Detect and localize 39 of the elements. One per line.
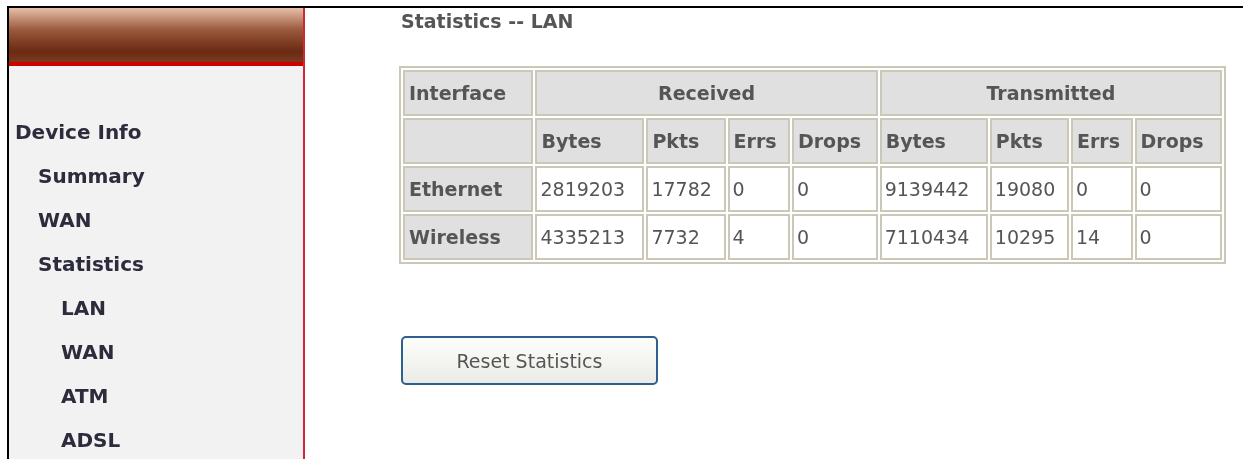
reset-statistics-button[interactable]: Reset Statistics: [401, 336, 658, 385]
table-cell: 7732: [646, 214, 726, 260]
nav-link[interactable]: LAN: [9, 286, 106, 330]
nav-link[interactable]: Statistics: [9, 242, 144, 286]
table-cell: 0: [791, 166, 878, 212]
table-cell: 14: [1070, 214, 1133, 260]
column-header: Received: [535, 70, 878, 116]
column-header: Pkts: [989, 118, 1069, 164]
column-header: Interface: [403, 70, 534, 116]
row-header: Wireless: [403, 214, 534, 260]
table-cell: 0: [791, 214, 878, 260]
table-cell: 4335213: [535, 214, 645, 260]
column-header: Bytes: [535, 118, 645, 164]
table-cell: 7110434: [879, 214, 988, 260]
nav-link[interactable]: ADSL: [9, 418, 121, 459]
table-cell: 4: [727, 214, 790, 260]
column-header: Bytes: [879, 118, 988, 164]
table-cell: 0: [1134, 214, 1222, 260]
table-cell: 17782: [646, 166, 726, 212]
column-header: Drops: [1134, 118, 1222, 164]
table-cell: 0: [1070, 166, 1133, 212]
column-header: Transmitted: [879, 70, 1222, 116]
nav-link[interactable]: Summary: [9, 154, 145, 198]
table-cell: 0: [727, 166, 790, 212]
column-header: Errs: [1070, 118, 1133, 164]
table-cell: 2819203: [535, 166, 645, 212]
row-header: Ethernet: [403, 166, 534, 212]
nav-link[interactable]: WAN: [9, 330, 115, 374]
nav-link[interactable]: WAN: [9, 198, 92, 242]
column-header: Pkts: [646, 118, 726, 164]
column-header: Drops: [791, 118, 878, 164]
page-title: Statistics -- LAN: [401, 10, 575, 34]
table-cell: 0: [1134, 166, 1222, 212]
nav-link[interactable]: ATM: [9, 374, 109, 418]
table-cell: 9139442: [879, 166, 988, 212]
table-cell: 19080: [989, 166, 1069, 212]
column-header: Errs: [727, 118, 790, 164]
nav-link[interactable]: Device Info: [9, 110, 142, 154]
table-cell: 10295: [989, 214, 1069, 260]
